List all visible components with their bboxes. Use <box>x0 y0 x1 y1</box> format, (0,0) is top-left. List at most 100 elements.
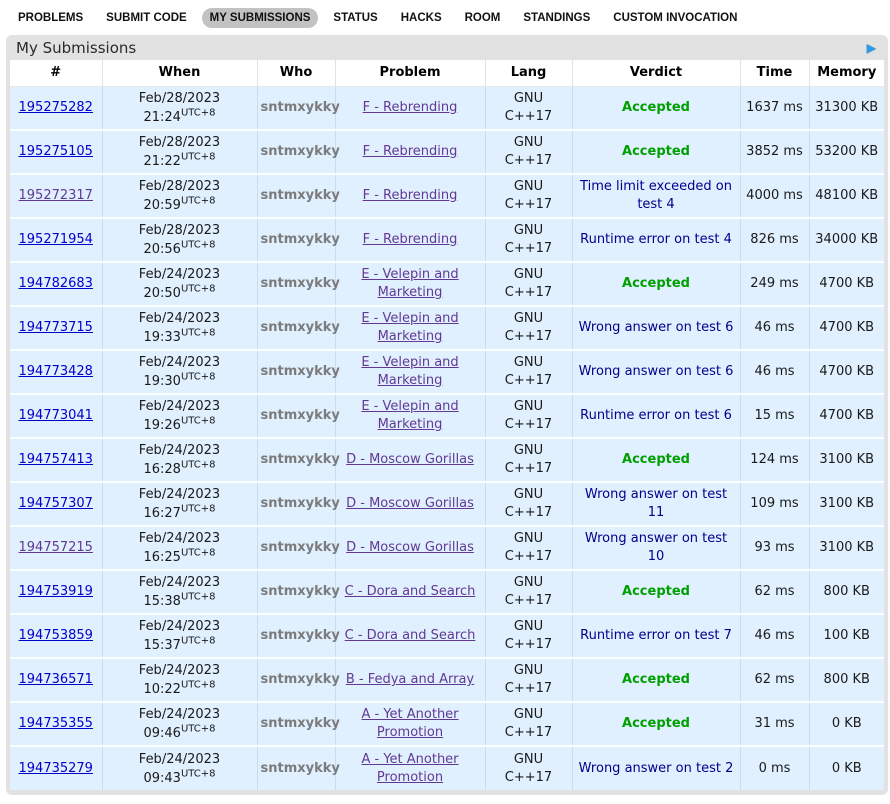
submission-id-link[interactable]: 195272317 <box>19 188 93 203</box>
submission-id-link[interactable]: 194735355 <box>19 716 93 731</box>
problem-link[interactable]: F - Rebrending <box>363 188 458 203</box>
submission-id-link[interactable]: 194735279 <box>19 761 93 776</box>
user-link[interactable]: sntmxykky <box>261 716 340 731</box>
submission-memory: 53200 KB <box>809 130 884 174</box>
page-title: My Submissions <box>16 39 136 57</box>
submission-id-link[interactable]: 194773428 <box>19 364 93 379</box>
user-link[interactable]: sntmxykky <box>261 628 340 643</box>
submission-verdict: Runtime error on test 7 <box>572 614 740 658</box>
submission-memory: 800 KB <box>809 570 884 614</box>
problem-link[interactable]: D - Moscow Gorillas <box>346 452 474 467</box>
submission-when: Feb/24/2023 19:26UTC+8 <box>102 394 257 438</box>
user-link[interactable]: sntmxykky <box>261 188 340 203</box>
problem-link[interactable]: E - Velepin and Marketing <box>361 399 458 432</box>
submission-lang: GNU C++17 <box>485 658 572 702</box>
submission-id-link[interactable]: 194757413 <box>19 452 93 467</box>
submission-row: 194773041 Feb/24/2023 19:26UTC+8 sntmxyk… <box>10 394 884 438</box>
user-link[interactable]: sntmxykky <box>261 100 340 115</box>
submission-memory: 4700 KB <box>809 350 884 394</box>
column-header-when: When <box>102 60 257 86</box>
problem-link[interactable]: E - Velepin and Marketing <box>361 355 458 388</box>
problem-link[interactable]: B - Fedya and Array <box>346 672 474 687</box>
submission-when: Feb/24/2023 20:50UTC+8 <box>102 262 257 306</box>
submission-memory: 3100 KB <box>809 482 884 526</box>
submission-id-link[interactable]: 195275105 <box>19 144 93 159</box>
submission-id-link[interactable]: 194753919 <box>19 584 93 599</box>
user-link[interactable]: sntmxykky <box>261 672 340 687</box>
problem-link[interactable]: A - Yet Another Promotion <box>361 707 458 740</box>
nav-tab-standings[interactable]: Standings <box>515 8 598 28</box>
submission-row: 194757215 Feb/24/2023 16:25UTC+8 sntmxyk… <box>10 526 884 570</box>
submission-lang: GNU C++17 <box>485 130 572 174</box>
user-link[interactable]: sntmxykky <box>261 584 340 599</box>
problem-link[interactable]: D - Moscow Gorillas <box>346 496 474 511</box>
problem-link[interactable]: C - Dora and Search <box>345 628 476 643</box>
submission-memory: 100 KB <box>809 614 884 658</box>
submission-lang: GNU C++17 <box>485 438 572 482</box>
column-header-who: Who <box>257 60 335 86</box>
submission-lang: GNU C++17 <box>485 746 572 790</box>
submission-row: 194782683 Feb/24/2023 20:50UTC+8 sntmxyk… <box>10 262 884 306</box>
submission-id-link[interactable]: 195271954 <box>19 232 93 247</box>
submission-verdict: Accepted <box>572 262 740 306</box>
problem-link[interactable]: C - Dora and Search <box>345 584 476 599</box>
play-triangle-icon[interactable]: ▶ <box>867 41 876 55</box>
user-link[interactable]: sntmxykky <box>261 144 340 159</box>
submission-when: Feb/28/2023 20:56UTC+8 <box>102 218 257 262</box>
submission-id-link[interactable]: 194773715 <box>19 320 93 335</box>
user-link[interactable]: sntmxykky <box>261 452 340 467</box>
submission-memory: 48100 KB <box>809 174 884 218</box>
user-link[interactable]: sntmxykky <box>261 276 340 291</box>
submission-lang: GNU C++17 <box>485 218 572 262</box>
user-link[interactable]: sntmxykky <box>261 408 340 423</box>
problem-link[interactable]: D - Moscow Gorillas <box>346 540 474 555</box>
submission-when: Feb/24/2023 15:37UTC+8 <box>102 614 257 658</box>
submission-id-link[interactable]: 194782683 <box>19 276 93 291</box>
submission-id-link[interactable]: 194753859 <box>19 628 93 643</box>
submission-lang: GNU C++17 <box>485 262 572 306</box>
nav-tab-status[interactable]: Status <box>325 8 385 28</box>
problem-link[interactable]: E - Velepin and Marketing <box>361 267 458 300</box>
column-header-problem: Problem <box>335 60 485 86</box>
user-link[interactable]: sntmxykky <box>261 364 340 379</box>
submission-lang: GNU C++17 <box>485 614 572 658</box>
submission-lang: GNU C++17 <box>485 306 572 350</box>
user-link[interactable]: sntmxykky <box>261 761 340 776</box>
problem-link[interactable]: F - Rebrending <box>363 232 458 247</box>
user-link[interactable]: sntmxykky <box>261 496 340 511</box>
column-header-memory: Memory <box>809 60 884 86</box>
submission-verdict: Accepted <box>572 658 740 702</box>
problem-link[interactable]: F - Rebrending <box>363 100 458 115</box>
submission-id-link[interactable]: 194757215 <box>19 540 93 555</box>
submission-id-link[interactable]: 194757307 <box>19 496 93 511</box>
submission-row: 195272317 Feb/28/2023 20:59UTC+8 sntmxyk… <box>10 174 884 218</box>
submission-id-link[interactable]: 195275282 <box>19 100 93 115</box>
submission-when: Feb/24/2023 16:28UTC+8 <box>102 438 257 482</box>
user-link[interactable]: sntmxykky <box>261 232 340 247</box>
submission-lang: GNU C++17 <box>485 86 572 130</box>
submission-time: 15 ms <box>740 394 809 438</box>
submission-id-link[interactable]: 194736571 <box>19 672 93 687</box>
submission-when: Feb/24/2023 10:22UTC+8 <box>102 658 257 702</box>
nav-tab-my-submissions[interactable]: My Submissions <box>202 8 319 28</box>
user-link[interactable]: sntmxykky <box>261 540 340 555</box>
nav-tab-custom-invocation[interactable]: Custom Invocation <box>605 8 745 28</box>
submission-verdict: Accepted <box>572 702 740 746</box>
submission-lang: GNU C++17 <box>485 570 572 614</box>
problem-link[interactable]: A - Yet Another Promotion <box>361 752 458 785</box>
nav-tab-submit-code[interactable]: Submit Code <box>98 8 195 28</box>
user-link[interactable]: sntmxykky <box>261 320 340 335</box>
nav-tab-room[interactable]: Room <box>457 8 509 28</box>
problem-link[interactable]: E - Velepin and Marketing <box>361 311 458 344</box>
problem-link[interactable]: F - Rebrending <box>363 144 458 159</box>
submission-time: 1637 ms <box>740 86 809 130</box>
submission-verdict: Wrong answer on test 6 <box>572 306 740 350</box>
submission-lang: GNU C++17 <box>485 482 572 526</box>
submission-id-link[interactable]: 194773041 <box>19 408 93 423</box>
submission-time: 3852 ms <box>740 130 809 174</box>
nav-tab-problems[interactable]: Problems <box>10 8 91 28</box>
submission-row: 195275282 Feb/28/2023 21:24UTC+8 sntmxyk… <box>10 86 884 130</box>
submission-time: 0 ms <box>740 746 809 790</box>
nav-tab-hacks[interactable]: Hacks <box>393 8 450 28</box>
column-header-verdict: Verdict <box>572 60 740 86</box>
